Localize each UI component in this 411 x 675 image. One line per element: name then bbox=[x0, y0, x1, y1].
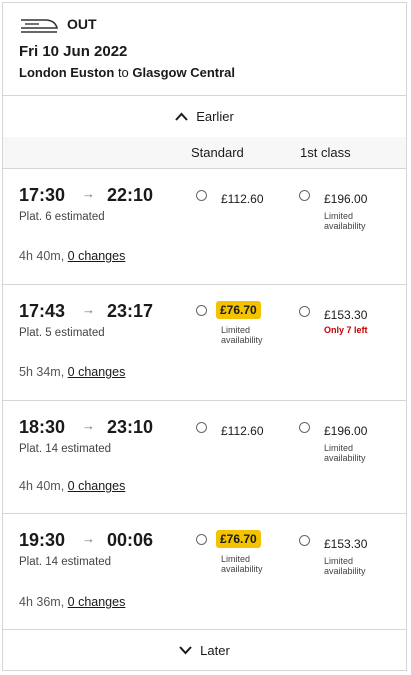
duration-text: 4h 40m, bbox=[19, 479, 65, 493]
train-icon bbox=[21, 19, 59, 33]
first-class-fare-radio[interactable] bbox=[299, 190, 310, 201]
standard-fare-radio[interactable] bbox=[196, 534, 207, 545]
arrival-time: 23:17 bbox=[107, 301, 154, 321]
cheapest-fare-badge: £76.70 bbox=[216, 301, 261, 319]
route: London Euston to Glasgow Central bbox=[19, 65, 235, 80]
journey-row[interactable]: 17:30 → 22:10 Plat. 6 estimated 4h 40m, … bbox=[3, 168, 406, 285]
fare-column-header: Standard 1st class bbox=[3, 137, 406, 169]
changes-link[interactable]: 0 changes bbox=[68, 365, 126, 379]
chevron-up-icon bbox=[175, 112, 188, 121]
journey-row[interactable]: 18:30 → 23:10 Plat. 14 estimated 4h 40m,… bbox=[3, 400, 406, 514]
first-class-fare-price: £153.30 bbox=[324, 537, 368, 551]
journey-duration: 4h 36m, 0 changes bbox=[19, 595, 125, 609]
platform-info: Plat. 14 estimated bbox=[19, 443, 112, 455]
journey-duration: 5h 34m, 0 changes bbox=[19, 365, 125, 379]
first-class-availability-note: Limited availability bbox=[324, 556, 366, 576]
standard-availability-note: Limited availability bbox=[221, 325, 263, 345]
arrow-right-icon: → bbox=[82, 186, 95, 201]
arrival-time: 23:10 bbox=[107, 417, 154, 437]
journey-row[interactable]: 19:30 → 00:06 Plat. 14 estimated 4h 36m,… bbox=[3, 513, 406, 630]
journey-row[interactable]: 17:43 → 23:17 Plat. 5 estimated 5h 34m, … bbox=[3, 284, 406, 401]
platform-info: Plat. 5 estimated bbox=[19, 327, 105, 339]
arrival-time: 00:06 bbox=[107, 530, 154, 550]
standard-fare-radio[interactable] bbox=[196, 190, 207, 201]
first-class-fare-radio[interactable] bbox=[299, 535, 310, 546]
standard-fare-price: £112.60 bbox=[221, 424, 264, 438]
duration-text: 4h 36m, bbox=[19, 595, 65, 609]
standard-fare-radio[interactable] bbox=[196, 422, 207, 433]
earlier-button[interactable]: Earlier bbox=[3, 95, 406, 138]
journey-results-panel: OUT Fri 10 Jun 2022 London Euston to Gla… bbox=[2, 2, 407, 671]
first-class-fare-price: £196.00 bbox=[324, 192, 368, 206]
standard-fare-price: £112.60 bbox=[221, 192, 264, 206]
first-class-column-label: 1st class bbox=[300, 145, 351, 160]
departure-time: 17:43 bbox=[19, 301, 66, 321]
arrow-right-icon: → bbox=[82, 302, 95, 317]
journey-header: OUT Fri 10 Jun 2022 London Euston to Gla… bbox=[3, 3, 406, 96]
arrow-right-icon: → bbox=[82, 531, 95, 546]
arrow-right-icon: → bbox=[82, 418, 95, 433]
earlier-label: Earlier bbox=[196, 108, 234, 124]
standard-column-label: Standard bbox=[191, 145, 244, 160]
travel-date: Fri 10 Jun 2022 bbox=[19, 43, 128, 60]
standard-availability-note: Limited availability bbox=[221, 554, 263, 574]
departure-time: 18:30 bbox=[19, 417, 66, 437]
departure-time: 17:30 bbox=[19, 185, 66, 205]
origin-station: London Euston bbox=[19, 65, 115, 80]
platform-info: Plat. 6 estimated bbox=[19, 211, 105, 223]
journey-duration: 4h 40m, 0 changes bbox=[19, 249, 125, 263]
changes-link[interactable]: 0 changes bbox=[68, 479, 126, 493]
chevron-down-icon bbox=[179, 645, 192, 654]
changes-link[interactable]: 0 changes bbox=[68, 595, 126, 609]
duration-text: 5h 34m, bbox=[19, 365, 65, 379]
departure-time: 19:30 bbox=[19, 530, 66, 550]
platform-info: Plat. 14 estimated bbox=[19, 556, 112, 568]
later-label: Later bbox=[200, 642, 230, 658]
first-class-fare-price: £153.30 bbox=[324, 308, 368, 322]
first-class-fare-price: £196.00 bbox=[324, 424, 368, 438]
seats-left-warning: Only 7 left bbox=[324, 325, 368, 335]
destination-station: Glasgow Central bbox=[132, 65, 235, 80]
later-button[interactable]: Later bbox=[3, 629, 406, 671]
duration-text: 4h 40m, bbox=[19, 249, 65, 263]
route-connector: to bbox=[117, 65, 129, 80]
changes-link[interactable]: 0 changes bbox=[68, 249, 126, 263]
first-class-availability-note: Limited availability bbox=[324, 211, 366, 231]
direction-label: OUT bbox=[67, 16, 97, 32]
first-class-availability-note: Limited availability bbox=[324, 443, 366, 463]
journey-duration: 4h 40m, 0 changes bbox=[19, 479, 125, 493]
arrival-time: 22:10 bbox=[107, 185, 154, 205]
standard-fare-radio[interactable] bbox=[196, 305, 207, 316]
first-class-fare-radio[interactable] bbox=[299, 306, 310, 317]
first-class-fare-radio[interactable] bbox=[299, 422, 310, 433]
cheapest-fare-badge: £76.70 bbox=[216, 530, 261, 548]
